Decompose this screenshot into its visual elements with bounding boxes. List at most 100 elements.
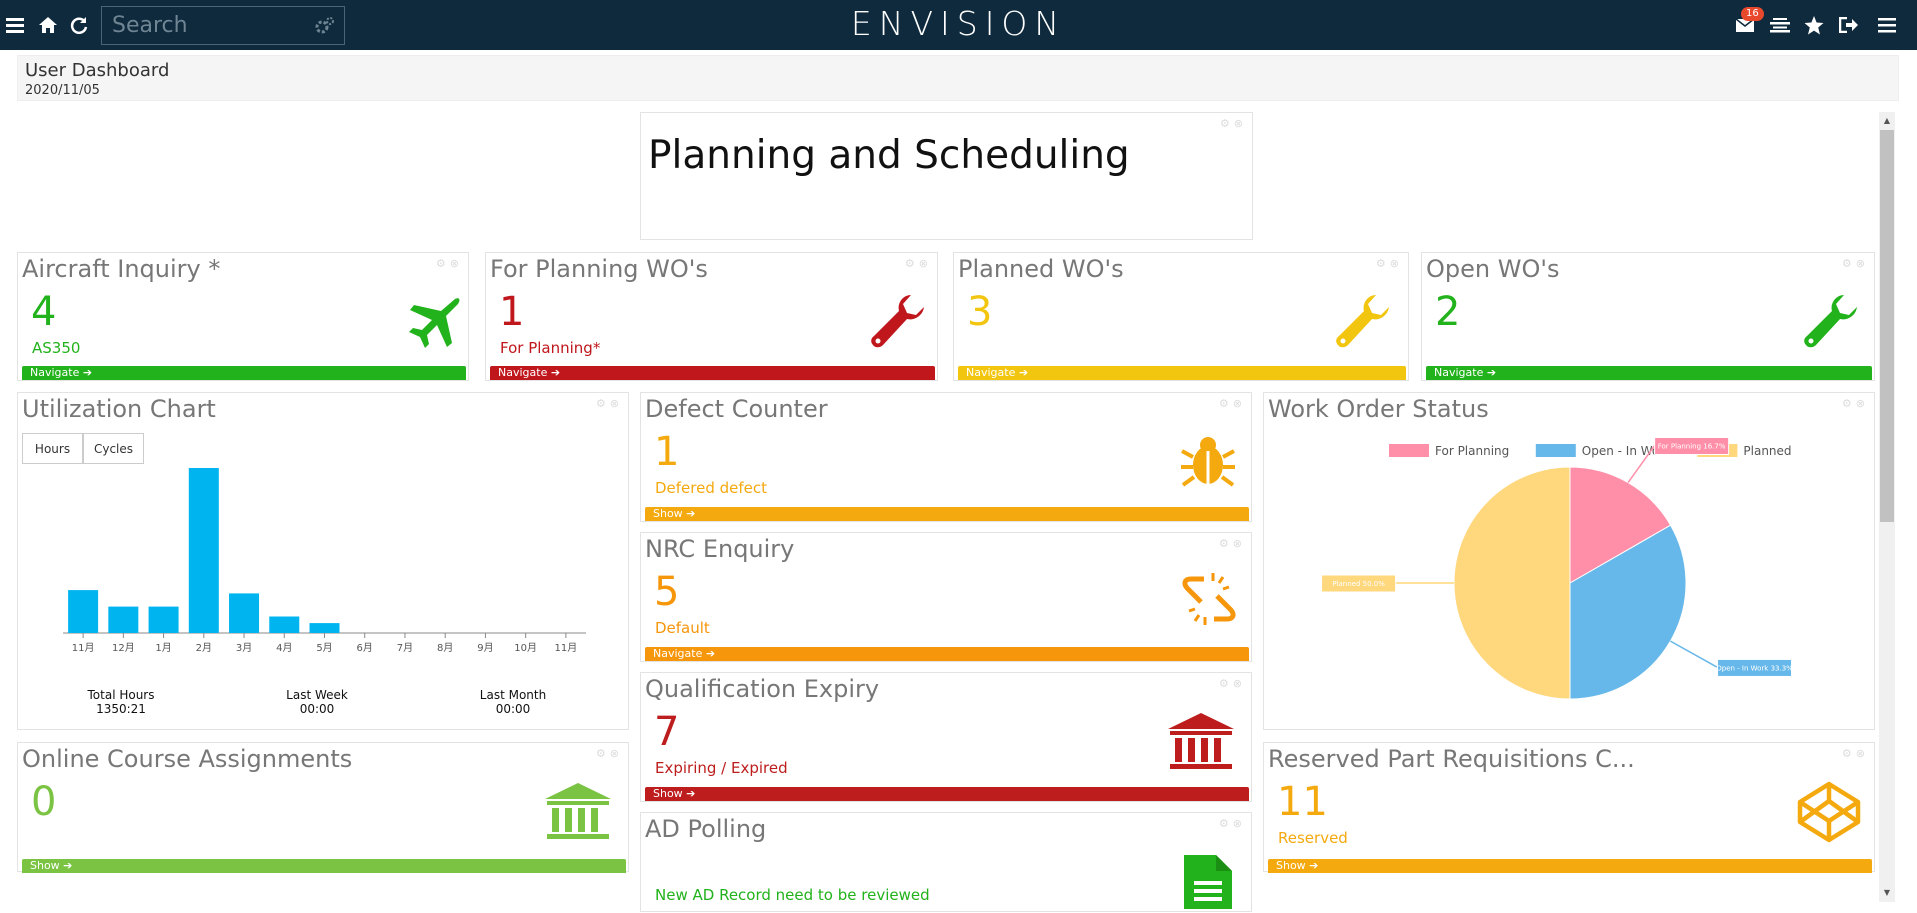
utilization-bar[interactable] [108,606,139,633]
defect-counter-card: ⚙⊗ Defect Counter 1 Defered defect Show … [640,392,1252,522]
card-title: Defect Counter [645,395,828,423]
panel-controls[interactable]: ⚙⊗ [1842,397,1869,410]
wrench-icon [1334,293,1392,355]
x-tick-label: 4月 [276,642,292,654]
slice-label: For Planning 16.7% [1658,443,1726,451]
x-tick-label: 1月 [155,642,171,654]
scroll-down-arrow[interactable]: ▼ [1879,885,1895,901]
show-link[interactable]: Show ➔ [645,787,1249,801]
nrc-enquiry-card: ⚙⊗ NRC Enquiry 5 Default Navigate ➔ [640,532,1252,662]
page-header: User Dashboard 2020/11/05 [17,55,1899,101]
stat-label: Last Month [479,688,547,702]
card-count: 1 [499,289,525,335]
card-title: For Planning WO's [490,255,708,283]
card-count: 0 [31,779,57,825]
navigate-link[interactable]: Navigate ➔ [1426,366,1872,380]
show-link[interactable]: Show ➔ [1268,859,1872,873]
utilization-bar[interactable] [188,468,219,633]
ad-polling-card: ⚙⊗ AD Polling New AD Record need to be r… [640,812,1252,912]
panel-controls[interactable]: ⚙⊗ [1219,677,1246,690]
navigate-link[interactable]: Navigate ➔ [22,366,466,380]
x-tick-label: 7月 [397,642,413,654]
x-tick-label: 3月 [236,642,252,654]
card-count: 3 [967,289,993,335]
menu-icon[interactable] [3,13,27,37]
star-icon[interactable] [1802,13,1826,37]
utilization-bar[interactable] [68,590,99,633]
panel-controls[interactable]: ⚙⊗ [1376,257,1403,270]
open-wo-card: ⚙⊗ Open WO's 2 Navigate ➔ [1421,252,1875,381]
hours-button[interactable]: Hours [22,433,83,464]
page-title: User Dashboard [25,60,170,81]
search-settings-icon[interactable] [314,16,336,40]
airplane-icon [407,295,461,353]
card-title: Reserved Part Requisitions C... [1268,745,1635,773]
panel-controls[interactable]: ⚙⊗ [596,747,623,760]
broken-link-icon [1179,569,1239,633]
layers-icon[interactable] [1768,13,1792,37]
stat-last-month: Last Month 00:00 [443,688,583,716]
cycles-button[interactable]: Cycles [83,433,144,464]
panel-controls[interactable]: ⚙⊗ [1219,817,1246,830]
slice-label: Planned 50.0% [1332,580,1385,588]
card-title: Planned WO's [958,255,1124,283]
slice-label: Open - In Work 33.3% [1716,664,1793,672]
panel-controls[interactable]: ⚙⊗ [905,257,932,270]
search-input[interactable] [102,7,302,44]
x-tick-label: 12月 [112,642,135,654]
x-tick-label: 9月 [477,642,493,654]
x-tick-label: 5月 [316,642,332,654]
panel-controls[interactable]: ⚙⊗ [1219,397,1246,410]
card-title: NRC Enquiry [645,535,795,563]
panel-controls[interactable]: ⚙⊗ [1219,537,1246,550]
utilization-bar[interactable] [229,593,260,633]
card-title: Work Order Status [1268,395,1489,423]
panel-controls[interactable]: ⚙⊗ [1220,117,1247,130]
title-panel: ⚙⊗ Planning and Scheduling [640,112,1253,240]
menu-right-icon[interactable] [1875,13,1899,37]
utilization-bar[interactable] [309,623,340,633]
wrench-icon [1802,293,1860,355]
utilization-bar[interactable] [269,616,300,634]
stat-value: 1350:21 [96,702,146,716]
navigate-link[interactable]: Navigate ➔ [958,366,1406,380]
show-link[interactable]: Show ➔ [22,859,626,873]
bank-icon [1166,711,1236,777]
scrollbar-thumb[interactable] [1880,130,1894,522]
card-subtitle: AS350 [32,339,81,357]
x-tick-label: 11月 [72,642,95,654]
card-count: 1 [654,429,680,475]
pie-slice[interactable] [1453,466,1571,700]
panel-controls[interactable]: ⚙⊗ [596,397,623,410]
panel-controls[interactable]: ⚙⊗ [1842,257,1869,270]
card-subtitle: For Planning* [500,339,601,357]
stat-total-hours: Total Hours 1350:21 [51,688,191,716]
online-course-card: ⚙⊗ Online Course Assignments 0 Show ➔ [17,742,629,873]
scroll-up-arrow[interactable]: ▲ [1879,113,1895,129]
card-count: 11 [1277,779,1328,825]
logout-icon[interactable] [1837,13,1861,37]
card-subtitle: Default [655,619,710,637]
navigate-link[interactable]: Navigate ➔ [490,366,935,380]
x-tick-label: 11月 [555,642,578,654]
card-count: 5 [654,569,680,615]
stat-value: 00:00 [495,702,531,716]
card-subtitle: Defered defect [655,479,768,497]
stat-value: 00:00 [299,702,335,716]
x-tick-label: 6月 [357,642,373,654]
card-subtitle: New AD Record need to be reviewed [655,886,930,904]
for-planning-card: ⚙⊗ For Planning WO's 1 For Planning* Nav… [485,252,938,381]
panel-controls[interactable]: ⚙⊗ [436,257,463,270]
card-title: Online Course Assignments [22,745,353,773]
utilization-bar[interactable] [148,606,179,633]
home-icon[interactable] [36,13,60,37]
legend-label: Planned [1743,444,1791,458]
navigate-link[interactable]: Navigate ➔ [645,647,1249,661]
panel-controls[interactable]: ⚙⊗ [1842,747,1869,760]
show-link[interactable]: Show ➔ [645,507,1249,521]
qualification-expiry-card: ⚙⊗ Qualification Expiry 7 Expiring / Exp… [640,672,1252,802]
card-count: 4 [31,289,57,335]
codepen-icon [1797,781,1861,847]
x-tick-label: 10月 [514,642,537,654]
refresh-icon[interactable] [67,13,91,37]
